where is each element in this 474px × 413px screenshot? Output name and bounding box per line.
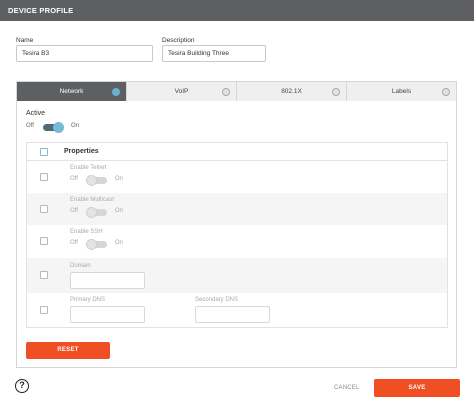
properties-header-row: Properties xyxy=(27,143,447,161)
tab-labels-label: Labels xyxy=(391,88,412,95)
telnet-toggle-knob xyxy=(86,175,97,186)
multicast-toggle[interactable] xyxy=(86,207,107,218)
cancel-button[interactable]: CANCEL xyxy=(334,385,360,391)
dialog-title: DEVICE PROFILE xyxy=(8,6,74,15)
name-input[interactable] xyxy=(16,45,153,62)
multicast-row: Enable Multicast Off On xyxy=(27,193,447,225)
primary-dns-input[interactable] xyxy=(70,306,145,323)
domain-input[interactable] xyxy=(70,272,145,289)
dns-row-checkbox[interactable] xyxy=(40,306,48,314)
telnet-label: Enable Telnet xyxy=(70,165,107,171)
description-label: Description xyxy=(162,37,195,44)
tab-labels[interactable]: Labels xyxy=(347,82,456,101)
tab-voip-label: VoIP xyxy=(174,88,189,95)
tab-network[interactable]: Network xyxy=(17,82,127,101)
active-label: Active xyxy=(26,110,46,117)
active-toggle-knob xyxy=(53,122,64,133)
multicast-row-checkbox[interactable] xyxy=(40,205,48,213)
save-button[interactable]: SAVE xyxy=(374,379,460,397)
active-toggle[interactable] xyxy=(43,122,64,133)
active-off-label: Off xyxy=(26,123,34,129)
tab-8021x-radio-icon xyxy=(332,88,340,96)
secondary-dns-input[interactable] xyxy=(195,306,270,323)
multicast-off-label: Off xyxy=(70,208,78,214)
tab-voip-radio-icon xyxy=(222,88,230,96)
dialog-header: DEVICE PROFILE xyxy=(0,0,474,21)
ssh-row: Enable SSH Off On xyxy=(27,225,447,258)
dns-row: Primary DNS Secondary DNS xyxy=(27,293,447,327)
properties-table: Properties Enable Telnet Off On Enable M… xyxy=(26,142,448,328)
secondary-dns-label: Secondary DNS xyxy=(195,297,239,303)
domain-row-checkbox[interactable] xyxy=(40,271,48,279)
ssh-toggle[interactable] xyxy=(86,239,107,250)
domain-row: Domain xyxy=(27,258,447,293)
tab-bar: Network VoIP 802.1X Labels xyxy=(16,81,457,101)
name-label: Name xyxy=(16,37,34,44)
tab-labels-radio-icon xyxy=(442,88,450,96)
multicast-on-label: On xyxy=(115,208,124,214)
multicast-label: Enable Multicast xyxy=(70,197,115,203)
ssh-on-label: On xyxy=(115,240,124,246)
telnet-row: Enable Telnet Off On xyxy=(27,161,447,193)
tab-8021x-label: 802.1X xyxy=(281,88,302,95)
select-all-checkbox[interactable] xyxy=(40,148,48,156)
telnet-toggle[interactable] xyxy=(86,175,107,186)
telnet-row-checkbox[interactable] xyxy=(40,173,48,181)
ssh-off-label: Off xyxy=(70,240,78,246)
multicast-toggle-knob xyxy=(86,207,97,218)
primary-dns-label: Primary DNS xyxy=(70,297,106,303)
ssh-label: Enable SSH xyxy=(70,229,103,235)
active-on-label: On xyxy=(71,123,80,129)
telnet-off-label: Off xyxy=(70,176,78,182)
ssh-row-checkbox[interactable] xyxy=(40,237,48,245)
tab-voip[interactable]: VoIP xyxy=(127,82,237,101)
reset-button[interactable]: RESET xyxy=(26,342,110,359)
help-icon[interactable]: ? xyxy=(15,379,29,393)
tab-network-label: Network xyxy=(59,88,84,95)
properties-title: Properties xyxy=(64,148,99,155)
tab-network-radio-icon xyxy=(112,88,120,96)
domain-label: Domain xyxy=(70,263,91,269)
tab-8021x[interactable]: 802.1X xyxy=(237,82,347,101)
ssh-toggle-knob xyxy=(86,239,97,250)
description-input[interactable] xyxy=(162,45,266,62)
telnet-on-label: On xyxy=(115,176,124,182)
